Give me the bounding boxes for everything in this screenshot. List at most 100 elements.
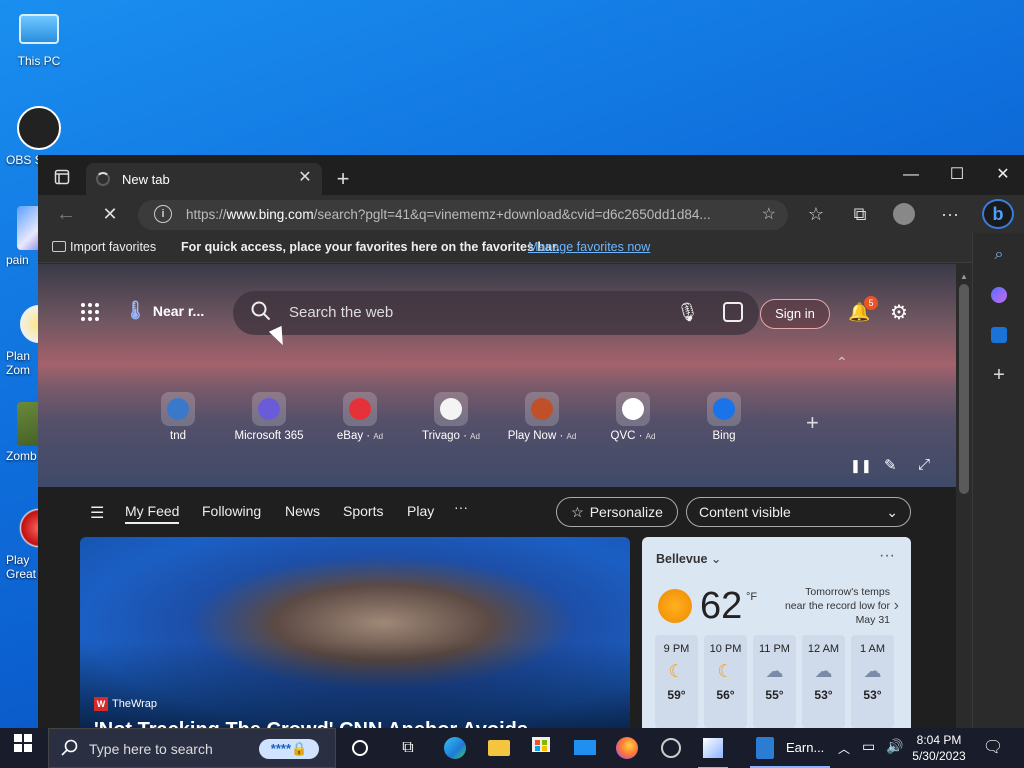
maximize-button[interactable]: ☐ — [934, 163, 980, 187]
hour-temperature: 56° — [716, 688, 735, 702]
address-bar[interactable]: i https://www.bing.com/search?pglt=41&q=… — [138, 200, 788, 230]
hour-time: 1 AM — [859, 643, 886, 655]
quick-link-icon — [252, 392, 286, 426]
favorites-icon[interactable]: ☆ — [802, 202, 830, 226]
favorites-hint: For quick access, place your favorites h… — [181, 240, 560, 254]
hour-temperature: 53° — [814, 688, 833, 702]
quick-link-5[interactable]: QVC · Ad — [593, 392, 673, 442]
quick-link-4[interactable]: Play Now · Ad — [502, 392, 582, 442]
weather-card[interactable]: Bellevue ⌄ ··· 62 °F Tomorrow's temps ne… — [642, 537, 911, 728]
quick-link-3[interactable]: Trivago · Ad — [411, 392, 491, 442]
hourly-forecast-item[interactable]: 12 AM ☁ 53° — [802, 635, 845, 728]
profile-avatar-icon[interactable] — [890, 202, 918, 226]
tab-following[interactable]: Following — [202, 503, 261, 519]
password-lock-icon: ****🔒 — [259, 739, 319, 759]
weather-location[interactable]: Bellevue ⌄ — [656, 551, 721, 566]
feed-navigation: ☰ My Feed Following News Sports Play ···… — [38, 487, 956, 537]
minimize-button[interactable]: — — [888, 163, 934, 187]
web-search-box[interactable]: Search the web 🎙 — [233, 291, 759, 335]
mail-icon[interactable] — [570, 733, 600, 763]
expand-background-icon[interactable]: ⤢ — [918, 456, 930, 473]
edge-sidebar: ⌕ + — [972, 233, 1024, 728]
customize-background-icon[interactable]: ✎ — [884, 456, 897, 474]
search-icon[interactable]: ⌕ — [987, 243, 1011, 267]
chevron-right-icon[interactable]: › — [894, 597, 899, 615]
close-window-button[interactable]: ✕ — [980, 163, 1024, 187]
taskbar-clock[interactable]: 8:04 PM 5/30/2023 — [906, 732, 972, 764]
quick-link-2[interactable]: eBay · Ad — [320, 392, 400, 442]
paint-taskbar-icon[interactable] — [698, 733, 728, 768]
hourly-forecast-item[interactable]: 11 PM ☁ 55° — [753, 635, 796, 728]
add-quick-link-icon[interactable]: + — [806, 410, 819, 436]
windows-start-icon[interactable] — [8, 733, 38, 763]
task-view-icon[interactable]: ⧉ — [393, 733, 423, 763]
apps-grid-icon[interactable] — [80, 302, 100, 322]
tab-sports[interactable]: Sports — [343, 503, 383, 519]
edge-taskbar-icon[interactable] — [440, 733, 470, 763]
back-arrow-icon[interactable]: ← — [52, 202, 80, 226]
navigation-toolbar: ← ✕ i https://www.bing.com/search?pglt=4… — [38, 195, 1024, 233]
tab-actions-icon[interactable] — [48, 167, 76, 191]
import-favorites-button[interactable]: Import favorites — [52, 240, 156, 254]
page-settings-gear-icon[interactable]: ⚙ — [890, 300, 908, 325]
bing-copilot-icon[interactable]: b — [982, 199, 1014, 229]
tab-my-feed[interactable]: My Feed — [125, 503, 180, 524]
add-sidebar-app-icon[interactable]: + — [987, 363, 1011, 387]
quick-link-1[interactable]: Microsoft 365 — [229, 392, 309, 442]
sign-in-button[interactable]: Sign in — [760, 299, 830, 329]
action-center-icon[interactable]: 🗨 — [978, 733, 1008, 763]
taskbar-app-earn[interactable]: Earn... — [750, 728, 830, 768]
settings-more-icon[interactable]: ··· — [936, 202, 964, 226]
scroll-up-icon[interactable]: ▲ — [960, 272, 968, 281]
notifications-bell-icon[interactable]: 🔔 5 — [848, 296, 878, 323]
more-tabs-icon[interactable]: ··· — [454, 499, 468, 515]
collapse-chevron-icon[interactable]: ⌃ — [836, 354, 848, 371]
tab-news[interactable]: News — [285, 503, 320, 519]
tab-new-tab[interactable]: New tab ✕ — [86, 163, 322, 195]
temperature-unit[interactable]: °F — [746, 591, 757, 603]
taskbar-search-box[interactable]: Type here to search ****🔒 — [48, 728, 336, 768]
pause-background-icon[interactable]: ❚❚ — [850, 458, 872, 474]
page-scrollbar[interactable]: ▲ — [956, 264, 972, 728]
scrollbar-thumb[interactable] — [959, 284, 969, 494]
quick-link-label: tnd — [170, 430, 186, 442]
quick-link-6[interactable]: Bing — [684, 392, 764, 442]
file-explorer-icon[interactable] — [484, 733, 514, 763]
cortana-circle-icon[interactable] — [345, 733, 375, 763]
copilot-icon[interactable] — [987, 283, 1011, 307]
collections-icon[interactable]: ⧉ — [846, 202, 874, 226]
obs-taskbar-icon[interactable] — [656, 733, 686, 763]
feed-menu-icon[interactable]: ☰ — [90, 503, 104, 523]
content-visibility-dropdown[interactable]: Content visible ⌄ — [686, 497, 911, 527]
stop-loading-icon[interactable]: ✕ — [96, 202, 124, 226]
new-tab-plus-icon[interactable]: + — [329, 167, 357, 191]
desktop-icon-this-pc[interactable]: This PC — [4, 10, 74, 68]
tab-play[interactable]: Play — [407, 503, 434, 519]
microphone-icon[interactable]: 🎙 — [676, 302, 699, 323]
hourly-forecast-item[interactable]: 1 AM ☁ 53° — [851, 635, 894, 728]
hourly-forecast-item[interactable]: 9 PM ☾ 59° — [655, 635, 698, 728]
personalize-button[interactable]: ☆ Personalize — [556, 497, 678, 527]
edge-browser-window: New tab ✕ + — ☐ ✕ ← ✕ i https://www.bing… — [38, 155, 1024, 728]
manage-favorites-link[interactable]: Manage favorites now — [528, 240, 650, 254]
microsoft-store-icon[interactable] — [526, 733, 556, 763]
site-info-icon[interactable]: i — [154, 205, 172, 223]
hourly-forecast-item[interactable]: 10 PM ☾ 56° — [704, 635, 747, 728]
weather-shortcut[interactable]: 🌡 Near r... — [124, 300, 204, 321]
add-favorite-star-icon[interactable]: ☆ — [762, 204, 776, 224]
news-headline[interactable]: 'Not Tracking The Crowd' CNN Anchor Avoi… — [94, 719, 528, 728]
show-hidden-icons-chevron-icon[interactable]: ︿ — [838, 740, 850, 757]
weather-note[interactable]: Tomorrow's temps near the record low for… — [770, 585, 890, 627]
volume-icon[interactable]: 🔊 — [886, 738, 903, 755]
url-text[interactable]: https://www.bing.com/search?pglt=41&q=vi… — [186, 207, 746, 222]
news-card[interactable]: WTheWrap 'Not Tracking The Crowd' CNN An… — [80, 537, 630, 728]
close-tab-icon[interactable]: ✕ — [296, 169, 314, 187]
quick-link-0[interactable]: tnd — [138, 392, 218, 442]
weather-more-icon[interactable]: ··· — [879, 547, 895, 565]
firefox-icon[interactable] — [612, 733, 642, 763]
network-icon[interactable]: ▭ — [862, 738, 875, 755]
hour-time: 10 PM — [709, 643, 742, 655]
clock-time: 8:04 PM — [916, 733, 962, 747]
outlook-icon[interactable] — [987, 323, 1011, 347]
visual-search-icon[interactable] — [723, 302, 743, 322]
